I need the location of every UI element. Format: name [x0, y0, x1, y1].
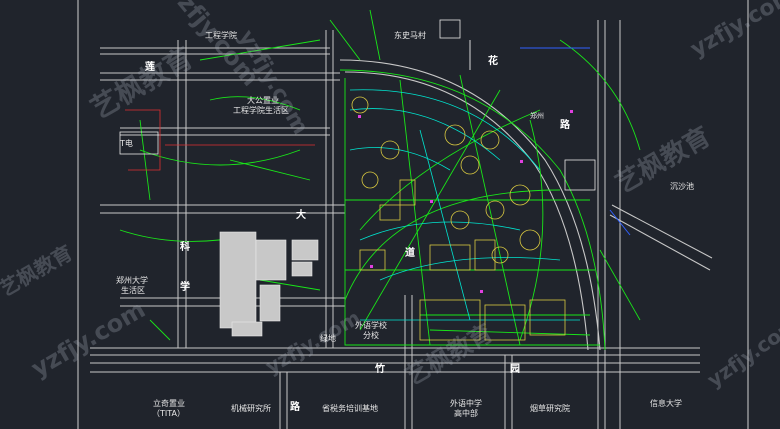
- cad-canvas[interactable]: 艺枫教育 yzfjy.com 艺枫教育 yzfjy.com yzfjy.com …: [0, 0, 780, 429]
- label-jixie: 机械研究所: [231, 404, 271, 413]
- blue-lines: [520, 47, 631, 236]
- label-zhengzhou: 郑州: [530, 112, 544, 120]
- label-dagong-2: 工程学院生活区: [233, 106, 289, 115]
- label-liqi-1: 立奇置业: [153, 399, 185, 408]
- label-dongshima: 东史马村: [394, 31, 426, 40]
- road-char: 竹: [375, 364, 385, 375]
- road-char: 园: [510, 364, 520, 375]
- existing-campus-block: [219, 231, 319, 337]
- label-zhengda-2: 生活区: [121, 286, 145, 295]
- horizontal-roads: [90, 47, 700, 373]
- label-dagong-1: 大公置业: [247, 96, 279, 105]
- label-liqi-2: （TITA）: [152, 409, 185, 418]
- left-structures: [119, 19, 596, 191]
- label-waiyu-1: 外语学校: [355, 321, 387, 330]
- label-shuiwu: 省税务培训基地: [322, 404, 378, 413]
- label-lvdi: 绿地: [320, 334, 336, 343]
- road-char: 莲: [145, 62, 155, 73]
- label-waiyu-mid-1: 外语中学: [450, 399, 482, 408]
- label-xinxi: 信息大学: [650, 399, 682, 408]
- road-char: 大: [296, 210, 306, 221]
- green-planning-lines: [119, 9, 641, 351]
- label-waiyu-mid-2: 高中部: [454, 409, 478, 418]
- label-gongcheng: 工程学院: [205, 31, 237, 40]
- label-zhengda-1: 郑州大学: [116, 276, 148, 285]
- annotation-markers: [358, 110, 573, 293]
- road-char: 花: [488, 56, 498, 67]
- label-waiyu-2: 分校: [363, 331, 379, 340]
- site-plan-drawing: [77, 0, 749, 429]
- label-chengsha: 沉沙池: [670, 182, 694, 191]
- label-yancao: 烟草研究院: [530, 404, 570, 413]
- road-char: 路: [290, 402, 300, 413]
- label-tdian: T电: [120, 139, 133, 148]
- road-char: 道: [405, 248, 415, 259]
- road-char: 科: [180, 242, 190, 253]
- road-char: 路: [560, 120, 570, 131]
- road-char: 学: [180, 282, 190, 293]
